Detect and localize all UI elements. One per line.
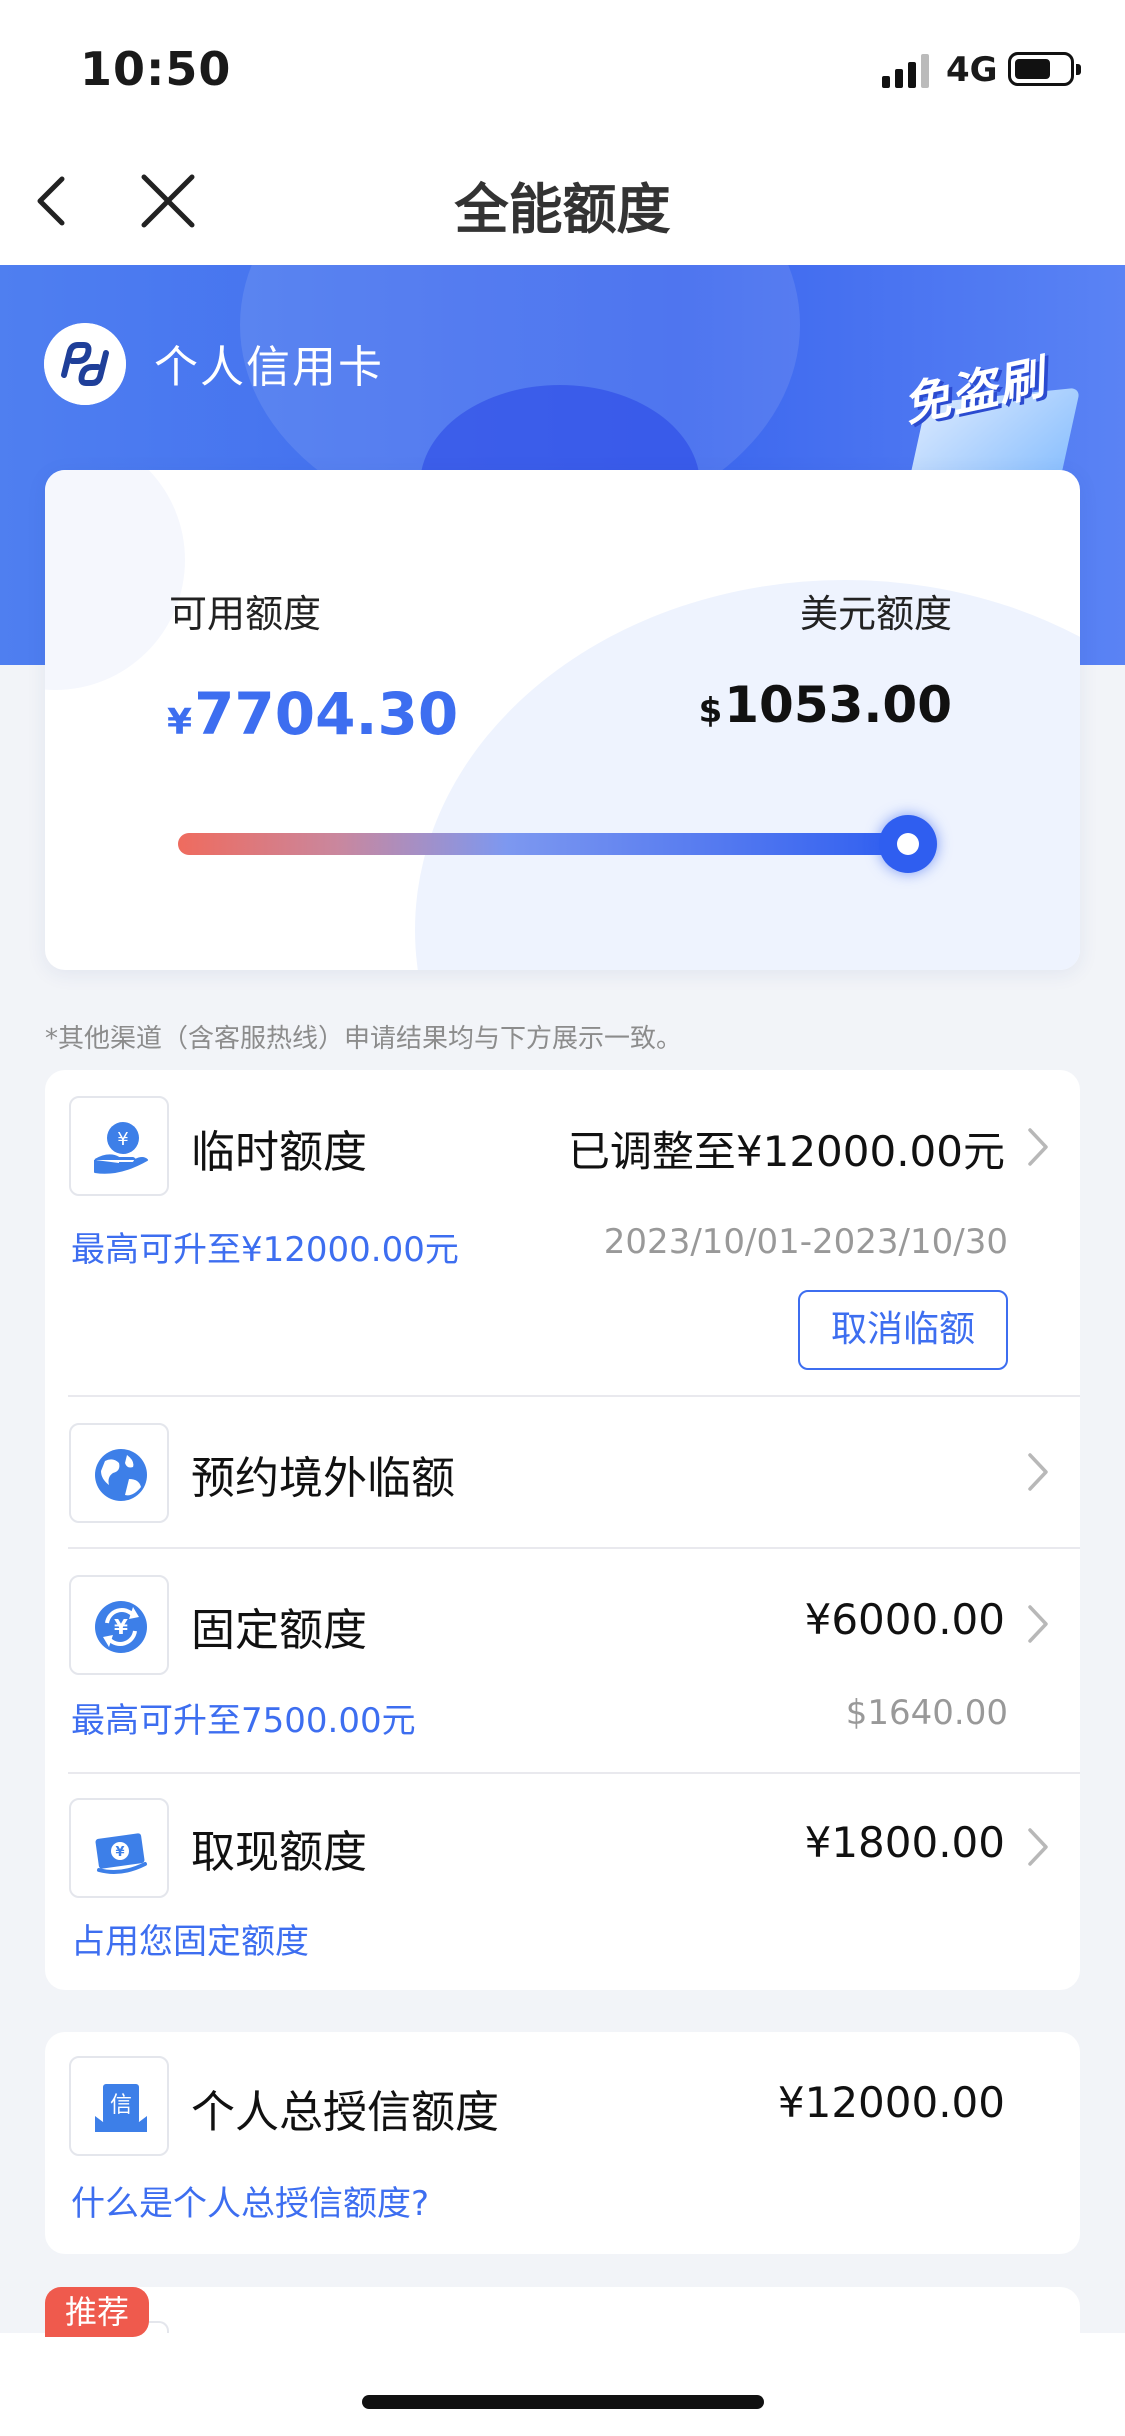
- battery-icon: [1008, 52, 1081, 86]
- credit-doc-icon: 信: [69, 2056, 169, 2156]
- hand-yuan-icon: ¥: [69, 1096, 169, 1196]
- total-credit-value: ¥12000.00: [777, 2078, 1005, 2127]
- quota-progress-thumb: [878, 815, 937, 873]
- svg-text:¥: ¥: [115, 1845, 124, 1860]
- fixed-quota-usd: $1640.00: [845, 1693, 1008, 1733]
- cycle-yuan-icon: ¥: [69, 1575, 169, 1675]
- temp-quota-period: 2023/10/01-2023/10/30: [603, 1222, 1008, 1262]
- quota-card: 可用额度 美元额度 ¥7704.30 $1053.00: [45, 470, 1080, 970]
- network-label: 4G: [946, 50, 998, 90]
- total-credit-title: 个人总授信额度: [191, 2087, 499, 2138]
- page-title: 全能额度: [454, 178, 671, 241]
- currency-symbol: $: [698, 691, 723, 731]
- cash-quota-value: ¥1800.00: [804, 1818, 1005, 1867]
- chevron-right-icon: [1028, 1128, 1048, 1166]
- overseas-temp-quota-row[interactable]: 预约境外临额: [45, 1397, 1080, 1547]
- svg-text:¥: ¥: [114, 1615, 128, 1639]
- cash-quota-note: 占用您固定额度: [71, 1922, 309, 1962]
- usd-amount: $1053.00: [699, 676, 952, 734]
- cancel-temp-quota-button[interactable]: 取消临额: [798, 1290, 1008, 1370]
- fixed-quota-row[interactable]: ¥ 固定额度 ¥6000.00 最高可升至7500.00元 $1640.00: [45, 1549, 1080, 1772]
- cash-quota-title: 取现额度: [191, 1827, 367, 1878]
- available-amount: ¥7704.30: [167, 680, 458, 748]
- bank-logo-icon: [44, 323, 126, 405]
- fixed-quota-max: 最高可升至7500.00元: [71, 1701, 416, 1741]
- cash-quota-row[interactable]: ¥ 取现额度 ¥1800.00 占用您固定额度: [45, 1774, 1080, 1990]
- temp-quota-row[interactable]: ¥ 临时额度 已调整至¥12000.00元 最高可升至¥12000.00元 20…: [45, 1070, 1080, 1395]
- notice-text: *其他渠道（含客服热线）申请结果均与下方展示一致。: [45, 1024, 683, 1054]
- quota-progress-bar: [178, 815, 938, 873]
- svg-text:¥: ¥: [117, 1129, 128, 1150]
- globe-icon: [69, 1423, 169, 1523]
- bottom-safe-area: [0, 2333, 1125, 2436]
- currency-symbol: ¥: [167, 702, 193, 743]
- total-credit-card[interactable]: 信 个人总授信额度 ¥12000.00 什么是个人总授信额度?: [45, 2032, 1080, 2254]
- overseas-quota-title: 预约境外临额: [191, 1453, 455, 1504]
- cash-note-icon: ¥: [69, 1798, 169, 1898]
- fixed-quota-value: ¥6000.00: [804, 1595, 1005, 1644]
- card-name: 个人信用卡: [154, 342, 384, 393]
- home-indicator[interactable]: [362, 2395, 764, 2409]
- temp-quota-max: 最高可升至¥12000.00元: [71, 1230, 459, 1270]
- temp-quota-value: 已调整至¥12000.00元: [567, 1127, 1005, 1176]
- available-value: 7704.30: [194, 680, 459, 748]
- fixed-quota-title: 固定额度: [191, 1605, 367, 1656]
- quota-progress-fill: [178, 833, 908, 855]
- usd-value: 1053.00: [724, 676, 952, 734]
- recommend-tag: 推荐: [45, 2287, 149, 2337]
- chevron-right-icon: [1028, 1605, 1048, 1643]
- usd-label: 美元额度: [799, 592, 952, 636]
- signal-icon: [882, 54, 930, 88]
- available-label: 可用额度: [169, 592, 322, 636]
- status-bar: 10:50 4G: [0, 0, 1125, 135]
- chevron-right-icon: [1028, 1828, 1048, 1866]
- total-credit-help-link[interactable]: 什么是个人总授信额度?: [71, 2176, 429, 2225]
- temp-quota-title: 临时额度: [191, 1127, 367, 1178]
- svg-text:信: 信: [110, 2093, 132, 2118]
- chevron-right-icon: [1028, 1453, 1048, 1491]
- status-time: 10:50: [80, 42, 232, 96]
- nav-bar: 全能额度: [0, 135, 1125, 265]
- quota-list-card: ¥ 临时额度 已调整至¥12000.00元 最高可升至¥12000.00元 20…: [45, 1070, 1080, 1990]
